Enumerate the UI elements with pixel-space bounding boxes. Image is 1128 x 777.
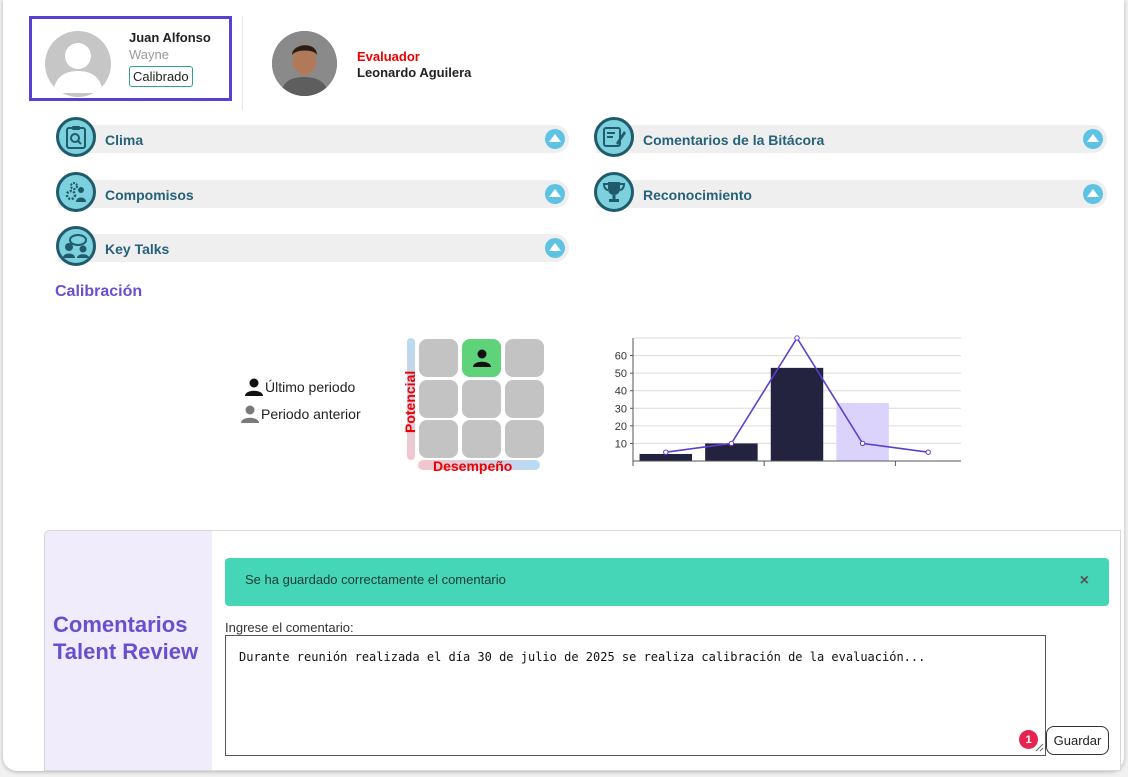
- grid-cell[interactable]: [462, 380, 501, 418]
- employee-first-name: Juan Alfonso: [129, 30, 211, 45]
- section-label: Clima: [105, 132, 144, 148]
- chart-point: [794, 335, 800, 341]
- chart-bar: [770, 367, 824, 461]
- y-tick-label: 40: [615, 386, 627, 398]
- axis-potencial: Potencial: [402, 370, 418, 433]
- collapse-toggle-icon[interactable]: [545, 129, 565, 149]
- gears-people-icon: [56, 172, 96, 212]
- section-label: Compomisos: [105, 187, 194, 203]
- nine-box-grid: [418, 338, 546, 460]
- comments-sidebar: Comentarios Talent Review: [45, 531, 212, 770]
- comment-textarea[interactable]: Durante reunión realizada el día 30 de j…: [225, 635, 1046, 756]
- section-label: Reconocimiento: [643, 187, 752, 203]
- header-divider: [242, 16, 243, 110]
- axis-desempeno: Desempeño: [433, 458, 513, 474]
- chart-bar: [836, 403, 889, 461]
- collapse-toggle-icon[interactable]: [545, 238, 565, 258]
- success-alert: Se ha guardado correctamente el comentar…: [225, 558, 1109, 606]
- collapse-toggle-icon[interactable]: [545, 184, 565, 204]
- grid-cell[interactable]: [419, 339, 458, 377]
- evaluator-name: Leonardo Aguilera: [357, 65, 472, 80]
- legend-current: Último periodo: [245, 378, 355, 396]
- alert-message: Se ha guardado correctamente el comentar…: [245, 572, 506, 587]
- chart-point: [728, 440, 735, 447]
- comment-label: Ingrese el comentario:: [225, 620, 354, 635]
- comments-title: Comentarios Talent Review: [53, 612, 199, 664]
- chart-point: [925, 449, 931, 455]
- section-bitacora[interactable]: Comentarios de la Bitácora: [594, 117, 1107, 157]
- calibration-title: Calibración: [55, 283, 143, 300]
- section-key-talks[interactable]: Key Talks: [56, 226, 569, 266]
- trophy-icon: [594, 172, 634, 212]
- evaluator-role: Evaluador: [357, 49, 420, 64]
- person-icon: [245, 378, 263, 396]
- comments-panel: Comentarios Talent Review Se ha guardado…: [44, 530, 1121, 771]
- grid-cell[interactable]: [505, 339, 544, 377]
- employee-last-name: Wayne: [129, 47, 169, 62]
- grid-cell[interactable]: [505, 420, 544, 458]
- chart-point: [663, 449, 669, 455]
- evaluator-avatar: [272, 31, 337, 96]
- collapse-toggle-icon[interactable]: [1083, 184, 1103, 204]
- grid-cell[interactable]: [419, 420, 458, 458]
- person-icon: [472, 349, 491, 367]
- y-tick-label: 10: [615, 438, 627, 450]
- grid-cell[interactable]: [419, 380, 458, 418]
- section-clima[interactable]: Clima: [56, 117, 569, 157]
- avatar: [45, 31, 111, 97]
- person-gray-icon: [241, 405, 259, 423]
- grid-cell[interactable]: [462, 420, 501, 458]
- legend-current-label: Último periodo: [265, 379, 356, 395]
- section-compromisos[interactable]: Compomisos: [56, 172, 569, 212]
- legend-previous: Periodo anterior: [241, 405, 361, 423]
- chat-people-icon: [56, 226, 96, 266]
- legend-previous-label: Periodo anterior: [261, 406, 361, 422]
- grid-cell-active[interactable]: [462, 339, 501, 377]
- y-tick-label: 20: [615, 421, 627, 433]
- resize-handle-icon[interactable]: [1035, 743, 1044, 752]
- close-icon[interactable]: ×: [1080, 572, 1089, 590]
- section-reconocimiento[interactable]: Reconocimiento: [594, 172, 1107, 212]
- grid-cell[interactable]: [505, 380, 544, 418]
- status-badge: Calibrado: [129, 66, 193, 87]
- save-button[interactable]: Guardar: [1046, 726, 1109, 755]
- y-tick-label: 30: [615, 403, 627, 415]
- chart-point: [859, 440, 866, 447]
- y-tick-label: 50: [615, 368, 627, 380]
- y-tick-label: 60: [615, 351, 627, 363]
- distribution-chart: 10 20 30 40 50 60: [615, 335, 961, 466]
- chart-bar: [639, 453, 693, 461]
- section-label: Key Talks: [105, 241, 170, 257]
- clipboard-search-icon: [56, 117, 96, 157]
- collapse-toggle-icon[interactable]: [1083, 129, 1103, 149]
- employee-card[interactable]: Juan Alfonso Wayne Calibrado: [29, 16, 232, 101]
- section-label: Comentarios de la Bitácora: [643, 132, 825, 148]
- notepad-edit-icon: [594, 117, 634, 157]
